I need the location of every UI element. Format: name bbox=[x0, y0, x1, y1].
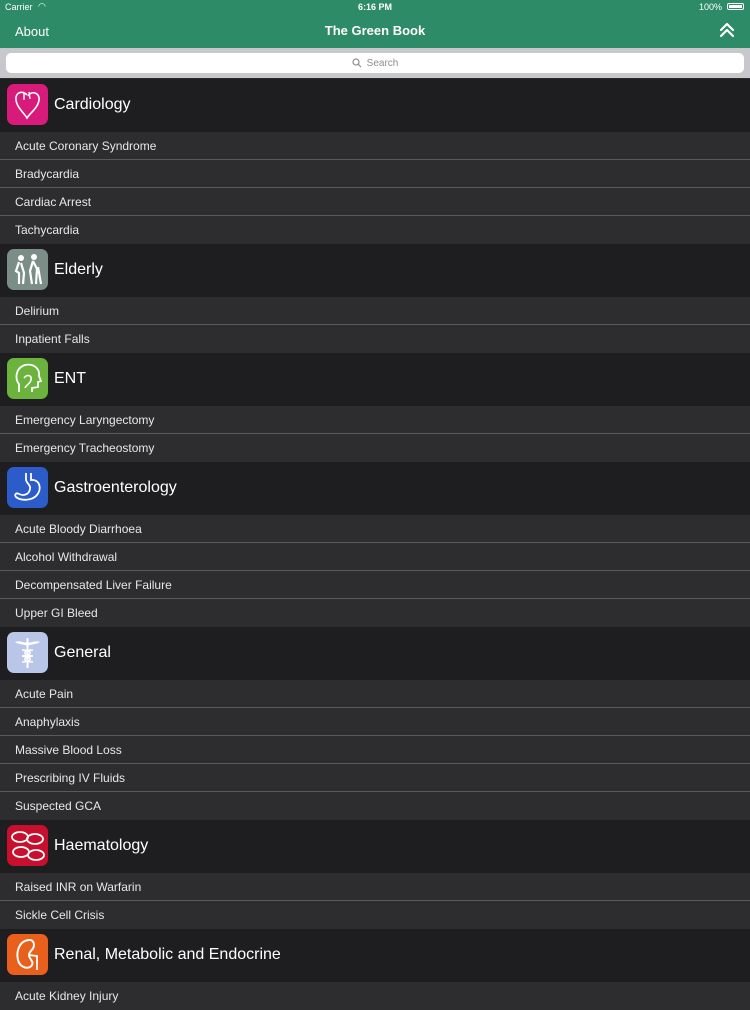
topic-list: Cardiology Acute Coronary Syndrome Bradyca… bbox=[0, 79, 750, 1010]
section-title: General bbox=[54, 644, 111, 661]
blood-cells-icon bbox=[7, 825, 48, 866]
about-button[interactable]: About bbox=[15, 24, 49, 39]
section-header: Cardiology bbox=[0, 79, 750, 132]
list-item[interactable]: Upper GI Bleed bbox=[0, 599, 750, 627]
section-header: Haematology bbox=[0, 820, 750, 873]
list-item[interactable]: Cardiac Arrest bbox=[0, 188, 750, 216]
list-item[interactable]: Suspected GCA bbox=[0, 792, 750, 820]
search-icon bbox=[352, 58, 362, 68]
list-item[interactable]: Alcohol Withdrawal bbox=[0, 543, 750, 571]
search-bar: Search bbox=[0, 48, 750, 78]
list-item[interactable]: Decompensated Liver Failure bbox=[0, 571, 750, 599]
section-header: Gastroenterology bbox=[0, 462, 750, 515]
heart-icon bbox=[7, 84, 48, 125]
section-title: Haematology bbox=[54, 837, 149, 854]
status-bar: Carrier ◠ 6:16 PM 100% bbox=[0, 0, 750, 14]
list-item[interactable]: Anaphylaxis bbox=[0, 708, 750, 736]
section-header: ENT bbox=[0, 353, 750, 406]
list-item[interactable]: Acute Bloody Diarrhoea bbox=[0, 515, 750, 543]
double-chevron-up-icon[interactable] bbox=[718, 21, 736, 39]
list-item[interactable]: Emergency Tracheostomy bbox=[0, 434, 750, 462]
list-item[interactable]: Acute Kidney Injury bbox=[0, 982, 750, 1010]
caduceus-icon bbox=[7, 632, 48, 673]
section-title: Gastroenterology bbox=[54, 479, 177, 496]
section-title: Elderly bbox=[54, 261, 103, 278]
search-placeholder: Search bbox=[366, 57, 399, 69]
section-header: General bbox=[0, 627, 750, 680]
section-header: Renal, Metabolic and Endocrine bbox=[0, 929, 750, 982]
section-title: ENT bbox=[54, 370, 86, 387]
head-profile-icon bbox=[7, 358, 48, 399]
list-item[interactable]: Massive Blood Loss bbox=[0, 736, 750, 764]
section-title: Cardiology bbox=[54, 96, 131, 113]
list-item[interactable]: Bradycardia bbox=[0, 160, 750, 188]
status-time: 6:16 PM bbox=[357, 2, 392, 12]
list-item[interactable]: Prescribing IV Fluids bbox=[0, 764, 750, 792]
list-item[interactable]: Raised INR on Warfarin bbox=[0, 873, 750, 901]
list-item[interactable]: Sickle Cell Crisis bbox=[0, 901, 750, 929]
page-title: The Green Book bbox=[324, 23, 426, 38]
nav-bar: About The Green Book bbox=[0, 14, 750, 48]
section-header: Elderly bbox=[0, 244, 750, 297]
elderly-couple-icon bbox=[7, 249, 48, 290]
list-item[interactable]: Emergency Laryngectomy bbox=[0, 406, 750, 434]
list-item[interactable]: Inpatient Falls bbox=[0, 325, 750, 353]
list-item[interactable]: Delirium bbox=[0, 297, 750, 325]
stomach-icon bbox=[7, 467, 48, 508]
list-item[interactable]: Acute Pain bbox=[0, 680, 750, 708]
list-item[interactable]: Acute Coronary Syndrome bbox=[0, 132, 750, 160]
kidney-icon bbox=[7, 934, 48, 975]
battery-icon bbox=[727, 3, 744, 10]
battery-percentage: 100% bbox=[698, 2, 722, 12]
section-title: Renal, Metabolic and Endocrine bbox=[54, 946, 281, 963]
search-input[interactable]: Search bbox=[6, 53, 744, 73]
list-item[interactable]: Tachycardia bbox=[0, 216, 750, 244]
